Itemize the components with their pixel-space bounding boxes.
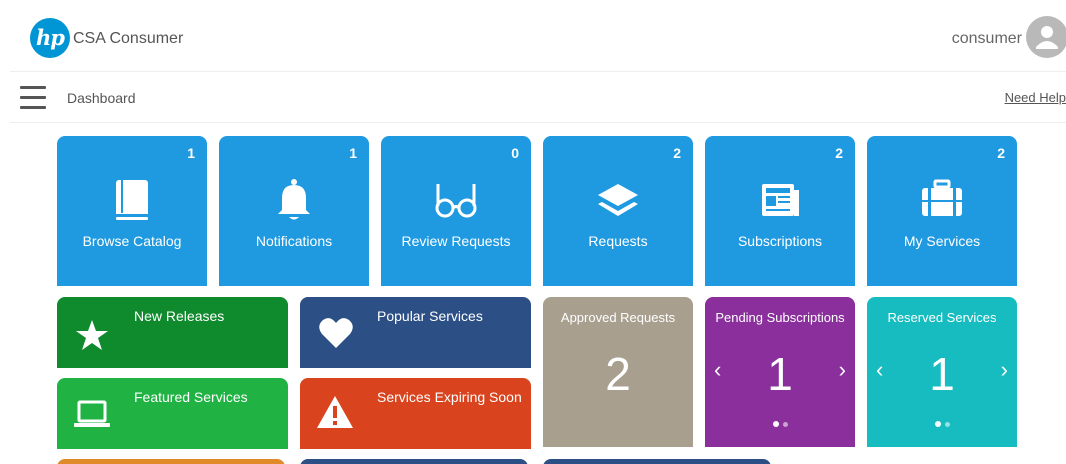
carousel-dots (867, 419, 1017, 430)
carousel-dot-active[interactable] (934, 421, 941, 427)
tile-label: Browse Catalog (82, 233, 182, 249)
tile-count: 2 (673, 145, 681, 161)
tile-browse-catalog[interactable]: 1 Browse Catalog (57, 136, 207, 286)
tile-popular-services[interactable]: Popular Services (300, 297, 531, 368)
tile-label: Featured Services (134, 389, 248, 405)
tile-services-expiring-soon[interactable]: Services Expiring Soon (300, 378, 531, 449)
tile-pending-subscriptions[interactable]: Pending Subscriptions ‹ 1 › (705, 297, 855, 447)
tile-label: My Services (903, 233, 981, 249)
star-icon (75, 319, 109, 356)
tile-label: Approved Requests (560, 310, 676, 325)
app-title: CSA Consumer (73, 30, 184, 47)
navigation-bar: Dashboard Need Help (10, 73, 1066, 123)
tile-label: Popular Services (377, 308, 483, 324)
tile-count: 1 (349, 145, 357, 161)
tile-label: New Releases (134, 308, 225, 324)
tile-label: Requests (588, 233, 648, 249)
tile-requests[interactable]: 2 Requests (543, 136, 693, 286)
carousel-next-button[interactable]: › (839, 357, 846, 383)
breadcrumb: Dashboard (67, 90, 136, 106)
tile-notifications[interactable]: 1 Notifications (219, 136, 369, 286)
tile-value: 1 (929, 348, 955, 400)
carousel-dot[interactable] (944, 422, 950, 427)
tile-label: Notifications (255, 233, 333, 249)
heart-icon (318, 317, 354, 354)
tile-label: Pending Subscriptions (715, 310, 845, 325)
tile-label: Reserved Services (887, 310, 997, 325)
menu-icon[interactable] (20, 86, 46, 110)
tile-count: 0 (511, 145, 519, 161)
tile-peek (57, 459, 285, 464)
tile-label: Review Requests (401, 233, 511, 249)
carousel-dot[interactable] (782, 422, 788, 427)
tile-my-services[interactable]: 2 My Services (867, 136, 1017, 286)
tile-value: 2 (605, 348, 631, 400)
tile-value: 1 (767, 348, 793, 400)
user-name[interactable]: consumer (952, 30, 1022, 48)
tile-featured-services[interactable]: Featured Services (57, 378, 288, 449)
tile-review-requests[interactable]: 0 Review Requests (381, 136, 531, 286)
hp-logo[interactable]: hp (30, 18, 70, 58)
briefcase-icon (918, 176, 966, 224)
carousel-dot-active[interactable] (772, 421, 779, 427)
tile-subscriptions[interactable]: 2 Subscriptions (705, 136, 855, 286)
tile-peek (543, 459, 771, 464)
need-help-link[interactable]: Need Help (1005, 90, 1066, 105)
user-avatar-icon[interactable] (1026, 16, 1066, 58)
newspaper-icon (756, 176, 804, 224)
tile-count: 1 (187, 145, 195, 161)
tile-approved-requests[interactable]: Approved Requests 2 (543, 297, 693, 447)
tile-count: 2 (835, 145, 843, 161)
glasses-icon (432, 176, 480, 224)
tile-label: Services Expiring Soon (377, 389, 522, 405)
tile-reserved-services[interactable]: Reserved Services ‹ 1 › (867, 297, 1017, 447)
tile-new-releases[interactable]: New Releases (57, 297, 288, 368)
carousel-dots (705, 419, 855, 430)
layers-icon (594, 176, 642, 224)
tile-peek (300, 459, 528, 464)
laptop-icon (73, 398, 111, 435)
book-icon (108, 176, 156, 224)
tile-count: 2 (997, 145, 1005, 161)
tile-label: Subscriptions (737, 233, 823, 249)
carousel-next-button[interactable]: › (1001, 357, 1008, 383)
bell-icon (270, 176, 318, 224)
top-header: hp CSA Consumer consumer (10, 4, 1066, 72)
warning-icon (316, 394, 354, 435)
